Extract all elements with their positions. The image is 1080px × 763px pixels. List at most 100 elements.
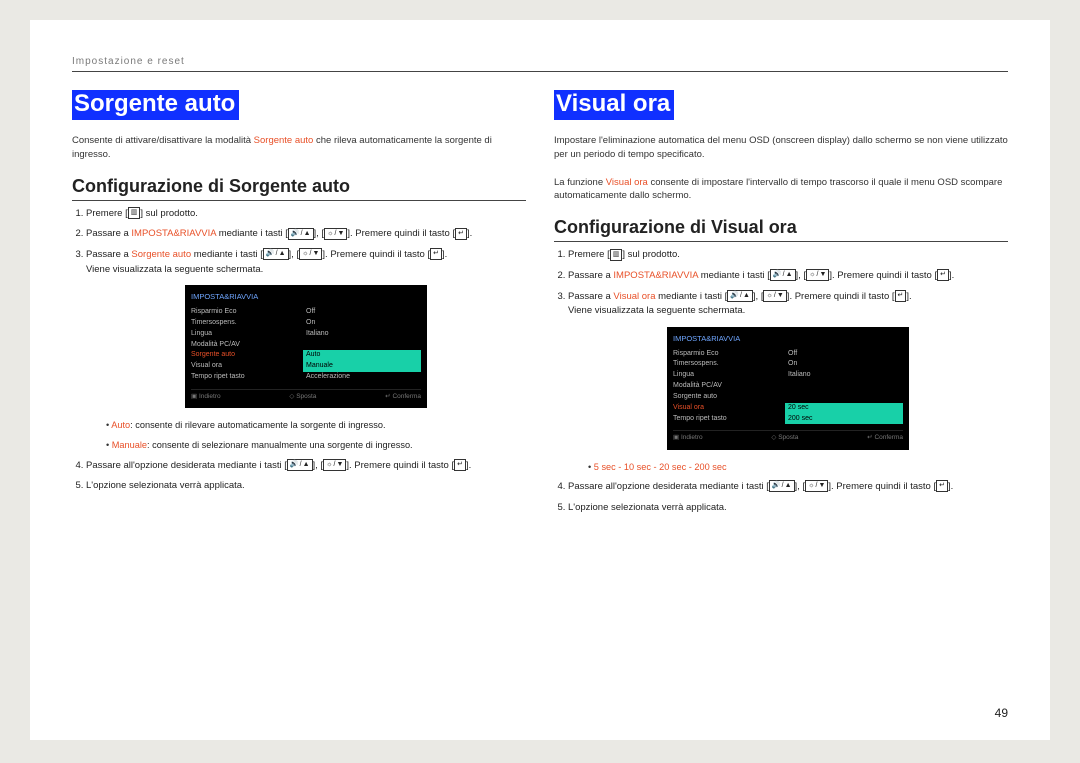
content-columns: Sorgente auto Consente di attivare/disat… — [72, 90, 1008, 521]
text: . Premere quindi il tasto — [325, 249, 427, 260]
osd-row: Sorgente autoAuto — [191, 350, 421, 361]
step-4: Passare all'opzione desiderata mediante … — [568, 480, 1008, 495]
subsection-heading: Configurazione di Visual ora — [554, 217, 1008, 242]
osd-row: Modalità PC/AV — [673, 381, 903, 392]
osd-foot: ▣ Indietro ◇ Sposta ↵ Conferma — [673, 430, 903, 443]
osd-row: Timersospens.On — [191, 318, 421, 329]
text: : consente di selezionare manualmente un… — [147, 440, 413, 450]
step-3: Passare a Visual ora mediante i tasti [🔊… — [568, 290, 1008, 474]
bright-down-icon: ☼▼ — [763, 290, 786, 302]
foot-confirm: Conferma — [874, 434, 903, 441]
osd-title: IMPOSTA&RIAVVIA — [673, 333, 903, 345]
text: sul prodotto. — [143, 208, 198, 219]
highlight: IMPOSTA&RIAVVIA — [131, 228, 216, 239]
highlight: Auto — [111, 420, 130, 430]
sub-bullets: 5 sec - 10 sec - 20 sec - 200 sec — [578, 460, 1008, 474]
step-5: L'opzione selezionata verrà applicata. — [86, 479, 526, 494]
bullet-auto: Auto: consente di rilevare automaticamen… — [106, 418, 526, 432]
text: Consente di attivare/disattivare la moda… — [72, 135, 254, 146]
step-1: Premere [▥] sul prodotto. — [86, 207, 526, 222]
bright-down-icon: ☼▼ — [806, 269, 829, 281]
text: Premere — [568, 249, 607, 260]
volume-up-icon: 🔊▲ — [727, 290, 753, 302]
highlight: 5 sec - 10 sec - 20 sec - 200 sec — [594, 462, 727, 472]
text: Passare all'opzione desiderata mediante … — [86, 460, 284, 471]
enter-icon: ↵ — [895, 290, 907, 302]
osd-row: Risparmio EcoOff — [673, 349, 903, 360]
foot-back: Indietro — [681, 434, 703, 441]
enter-icon: ↵ — [937, 269, 949, 281]
volume-up-icon: 🔊▲ — [263, 248, 289, 260]
page-number: 49 — [995, 706, 1008, 720]
osd-rows: Risparmio EcoOffTimersospens.OnLinguaIta… — [673, 349, 903, 425]
foot-confirm: Conferma — [392, 393, 421, 400]
text: Passare all'opzione desiderata mediante … — [568, 481, 766, 492]
volume-up-icon: 🔊▲ — [287, 459, 313, 471]
bullet-manuale: Manuale: consente di selezionare manualm… — [106, 438, 526, 452]
text: mediante i tasti — [191, 249, 260, 260]
menu-icon: ▥ — [128, 207, 141, 219]
enter-icon: ↵ — [430, 248, 442, 260]
document-page: Impostazione e reset Sorgente auto Conse… — [30, 20, 1050, 740]
bright-down-icon: ☼▼ — [323, 459, 346, 471]
left-column: Sorgente auto Consente di attivare/disat… — [72, 90, 526, 521]
intro-paragraph2: La funzione Visual ora consente di impos… — [554, 176, 1008, 204]
text: Premere — [86, 208, 125, 219]
text: . Premere quindi il tasto — [831, 481, 933, 492]
volume-up-icon: 🔊▲ — [770, 269, 796, 281]
text: Passare a — [86, 228, 131, 239]
text: Viene visualizzata la seguente schermata… — [86, 264, 263, 275]
osd-screenshot-left: IMPOSTA&RIAVVIA Risparmio EcoOffTimersos… — [185, 285, 427, 408]
bright-down-icon: ☼▼ — [324, 228, 347, 240]
osd-row: Risparmio EcoOff — [191, 307, 421, 318]
osd-row: Sorgente auto — [673, 392, 903, 403]
osd-row: Modalità PC/AV — [191, 340, 421, 351]
osd-row: LinguaItaliano — [191, 329, 421, 340]
enter-icon: ↵ — [454, 459, 466, 471]
osd-foot: ▣ Indietro ◇ Sposta ↵ Conferma — [191, 389, 421, 402]
text: sul prodotto. — [625, 249, 680, 260]
text: . Premere quindi il tasto — [789, 291, 891, 302]
foot-back: Indietro — [199, 393, 221, 400]
subsection-heading: Configurazione di Sorgente auto — [72, 176, 526, 201]
section-heading-sorgente: Sorgente auto — [72, 90, 239, 120]
osd-screenshot-right: IMPOSTA&RIAVVIA Risparmio EcoOffTimersos… — [667, 327, 909, 450]
right-column: Visual ora Impostare l'eliminazione auto… — [554, 90, 1008, 521]
text: Passare a — [568, 291, 613, 302]
highlight: Visual ora — [613, 291, 655, 302]
foot-move: Sposta — [778, 434, 798, 441]
highlight: Sorgente auto — [131, 249, 191, 260]
text: . Premere quindi il tasto — [349, 460, 451, 471]
step-5: L'opzione selezionata verrà applicata. — [568, 501, 1008, 516]
text: Viene visualizzata la seguente schermata… — [568, 305, 745, 316]
menu-icon: ▥ — [610, 249, 623, 261]
step-3: Passare a Sorgente auto mediante i tasti… — [86, 248, 526, 453]
foot-move: Sposta — [296, 393, 316, 400]
step-4: Passare all'opzione desiderata mediante … — [86, 459, 526, 474]
bright-down-icon: ☼▼ — [299, 248, 322, 260]
breadcrumb: Impostazione e reset — [72, 56, 1008, 72]
text: Passare a — [568, 270, 613, 281]
text: . Premere quindi il tasto — [832, 270, 934, 281]
text: : consente di rilevare automaticamente l… — [130, 420, 385, 430]
text: . Premere quindi il tasto — [350, 228, 452, 239]
highlight: Manuale — [112, 440, 147, 450]
enter-icon: ↵ — [936, 480, 948, 492]
osd-row: Tempo ripet tastoAccelerazione — [191, 372, 421, 383]
step-2: Passare a IMPOSTA&RIAVVIA mediante i tas… — [86, 227, 526, 242]
highlight: Visual ora — [606, 177, 648, 188]
bullet-timings: 5 sec - 10 sec - 20 sec - 200 sec — [588, 460, 1008, 474]
osd-rows: Risparmio EcoOffTimersospens.OnLinguaIta… — [191, 307, 421, 383]
enter-icon: ↵ — [455, 228, 467, 240]
osd-row: LinguaItaliano — [673, 370, 903, 381]
osd-row: Timersospens.On — [673, 359, 903, 370]
osd-row: Visual ora20 sec — [673, 403, 903, 414]
step-1: Premere [▥] sul prodotto. — [568, 248, 1008, 263]
text: mediante i tasti — [698, 270, 767, 281]
volume-up-icon: 🔊▲ — [769, 480, 795, 492]
text: mediante i tasti — [216, 228, 285, 239]
highlight: Sorgente auto — [254, 135, 314, 146]
volume-up-icon: 🔊▲ — [288, 228, 314, 240]
step-2: Passare a IMPOSTA&RIAVVIA mediante i tas… — [568, 269, 1008, 284]
steps-list: Premere [▥] sul prodotto. Passare a IMPO… — [554, 248, 1008, 515]
